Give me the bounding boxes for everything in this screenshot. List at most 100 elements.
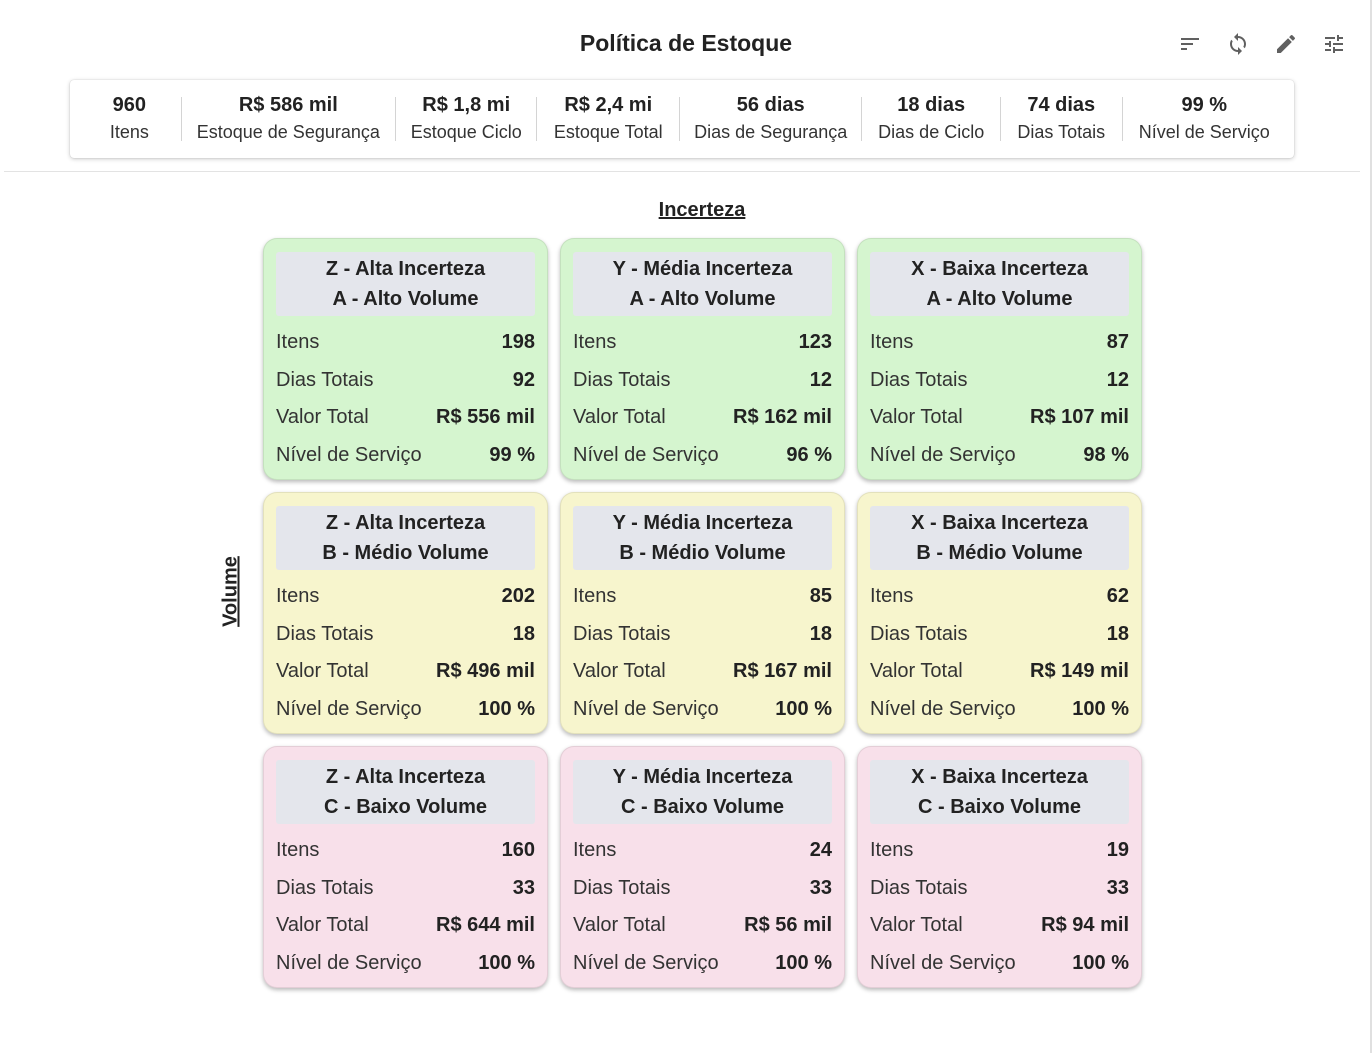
kpi-estoque-ciclo: R$ 1,8 mi Estoque Ciclo (396, 91, 537, 147)
metric-label: Dias Totais (276, 876, 374, 899)
metric-value: 198 (501, 331, 535, 354)
matrix-cell-xb[interactable]: X - Baixa Incerteza B - Médio Volume Ite… (857, 492, 1142, 734)
metric-value: R$ 167 mil (733, 660, 832, 683)
metric-row-dias: Dias Totais 18 (276, 616, 535, 654)
tune-button[interactable] (1322, 30, 1346, 58)
page-title: Política de Estoque (579, 30, 793, 56)
metric-row-nivel: Nível de Serviço 99 % (276, 437, 535, 475)
metric-value: 100 % (478, 697, 535, 720)
metric-value: R$ 56 mil (744, 914, 832, 937)
metric-value: 100 % (1072, 951, 1129, 974)
metric-row-itens: Itens 85 (573, 578, 832, 616)
kpi-estoque-seguranca: R$ 586 mil Estoque de Segurança (182, 91, 395, 147)
refresh-button[interactable] (1226, 30, 1250, 58)
kpi-value: 56 dias (736, 94, 805, 116)
metric-row-itens: Itens 19 (870, 832, 1129, 870)
kpi-value: R$ 586 mil (238, 94, 338, 116)
cell-header: Z - Alta Incerteza A - Alto Volume (276, 252, 535, 316)
cell-header: Z - Alta Incerteza C - Baixo Volume (276, 760, 535, 824)
matrix-cell-xa[interactable]: X - Baixa Incerteza A - Alto Volume Iten… (857, 238, 1142, 480)
cell-title-volume: C - Baixo Volume (918, 796, 1081, 818)
axis-label-incerteza: Incerteza (658, 199, 746, 221)
metric-label: Valor Total (870, 914, 963, 937)
metric-row-nivel: Nível de Serviço 100 % (276, 945, 535, 983)
cell-header: X - Baixa Incerteza B - Médio Volume (870, 506, 1129, 570)
metric-value: R$ 644 mil (436, 914, 535, 937)
metric-label: Dias Totais (573, 876, 671, 899)
metric-row-dias: Dias Totais 18 (870, 616, 1129, 654)
metric-value: 100 % (775, 951, 832, 974)
metric-value: 98 % (1083, 443, 1129, 466)
toolbar (1178, 30, 1346, 58)
edit-button[interactable] (1274, 30, 1298, 58)
edit-icon (1277, 34, 1296, 53)
metric-value: 160 (501, 839, 535, 862)
metric-value: 62 (1106, 585, 1129, 608)
metric-label: Dias Totais (870, 368, 968, 391)
matrix-cell-zc[interactable]: Z - Alta Incerteza C - Baixo Volume Iten… (263, 746, 548, 988)
matrix-cell-za[interactable]: Z - Alta Incerteza A - Alto Volume Itens… (263, 238, 548, 480)
metric-row-valor: Valor Total R$ 94 mil (870, 907, 1129, 945)
metric-value: 19 (1106, 839, 1129, 862)
metric-value: 100 % (1072, 697, 1129, 720)
metric-value: 33 (512, 876, 535, 899)
metric-row-nivel: Nível de Serviço 100 % (276, 691, 535, 729)
matrix-cell-yb[interactable]: Y - Média Incerteza B - Médio Volume Ite… (560, 492, 845, 734)
metric-label: Nível de Serviço (870, 697, 1016, 720)
metric-value: 12 (809, 368, 832, 391)
metric-label: Itens (276, 331, 320, 354)
matrix-cell-yc[interactable]: Y - Média Incerteza C - Baixo Volume Ite… (560, 746, 845, 988)
kpi-dias-ciclo: 18 dias Dias de Ciclo (862, 91, 1000, 147)
cell-title-incerteza: Y - Média Incerteza (612, 258, 793, 280)
metric-label: Nível de Serviço (573, 697, 719, 720)
metric-value: 99 % (489, 443, 535, 466)
sort-icon (1181, 38, 1199, 50)
kpi-label: Dias de Segurança (694, 122, 848, 142)
metric-label: Nível de Serviço (276, 697, 422, 720)
metric-row-dias: Dias Totais 33 (276, 870, 535, 908)
kpi-estoque-total: R$ 2,4 mi Estoque Total (537, 91, 679, 147)
metric-row-valor: Valor Total R$ 556 mil (276, 399, 535, 437)
metric-value: 85 (809, 585, 832, 608)
metric-label: Nível de Serviço (573, 443, 719, 466)
metric-label: Dias Totais (573, 622, 671, 645)
metric-row-itens: Itens 160 (276, 832, 535, 870)
cell-title-volume: A - Alto Volume (629, 288, 776, 310)
metric-label: Dias Totais (276, 368, 374, 391)
metric-row-valor: Valor Total R$ 149 mil (870, 653, 1129, 691)
matrix-cell-xc[interactable]: X - Baixa Incerteza C - Baixo Volume Ite… (857, 746, 1142, 988)
kpi-nivel-servico: 99 % Nível de Serviço (1123, 91, 1286, 147)
kpi-label: Dias de Ciclo (878, 122, 985, 142)
kpi-itens: 960 Itens (78, 91, 181, 147)
cell-header: Y - Média Incerteza A - Alto Volume (573, 252, 832, 316)
matrix-cell-ya[interactable]: Y - Média Incerteza A - Alto Volume Iten… (560, 238, 845, 480)
metric-label: Valor Total (276, 914, 369, 937)
cell-header: Y - Média Incerteza B - Médio Volume (573, 506, 832, 570)
metric-label: Valor Total (573, 660, 666, 683)
cell-title-incerteza: X - Baixa Incerteza (911, 766, 1088, 788)
matrix-cell-zb[interactable]: Z - Alta Incerteza B - Médio Volume Iten… (263, 492, 548, 734)
metric-label: Valor Total (276, 406, 369, 429)
cell-title-volume: C - Baixo Volume (324, 796, 487, 818)
metric-value: R$ 556 mil (436, 406, 535, 429)
cell-title-volume: B - Médio Volume (619, 542, 786, 564)
metric-value: 12 (1106, 368, 1129, 391)
divider (4, 171, 1360, 172)
kpi-label: Itens (109, 122, 149, 142)
cell-header: Y - Média Incerteza C - Baixo Volume (573, 760, 832, 824)
cell-title-incerteza: Y - Média Incerteza (612, 512, 793, 534)
metric-row-dias: Dias Totais 12 (573, 362, 832, 400)
metric-value: R$ 107 mil (1030, 406, 1129, 429)
cell-title-volume: C - Baixo Volume (621, 796, 784, 818)
kpi-label: Estoque Ciclo (410, 122, 522, 142)
kpi-label: Estoque Total (553, 122, 663, 142)
kpi-value: 74 dias (1027, 94, 1096, 116)
metric-row-nivel: Nível de Serviço 100 % (573, 691, 832, 729)
tune-icon (1325, 35, 1343, 53)
kpi-value: 960 (112, 94, 147, 116)
metric-label: Valor Total (870, 406, 963, 429)
sort-button[interactable] (1178, 30, 1202, 58)
metric-label: Valor Total (276, 660, 369, 683)
cell-title-volume: B - Médio Volume (916, 542, 1083, 564)
metric-row-dias: Dias Totais 33 (573, 870, 832, 908)
